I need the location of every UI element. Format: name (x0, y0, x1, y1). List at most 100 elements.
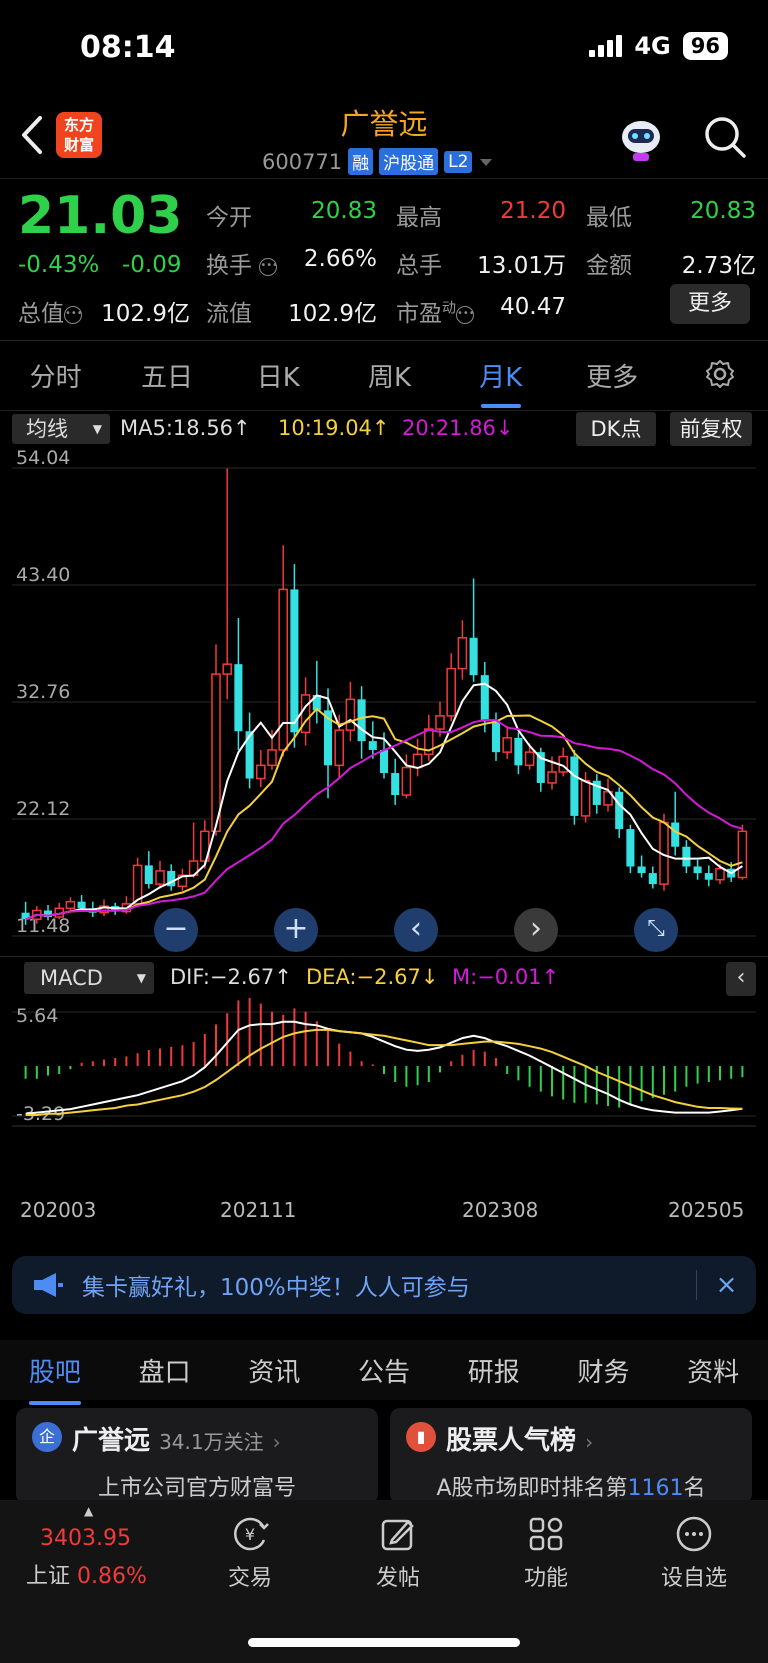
assistant-robot-icon[interactable] (616, 113, 666, 163)
candle-body (155, 870, 165, 885)
x-tick-2: 202308 (462, 1198, 539, 1222)
candle-body (391, 773, 400, 796)
pe-label-text: 市盈 (396, 301, 442, 327)
tab-financials[interactable]: 财务 (549, 1352, 659, 1389)
tab-forum[interactable]: 股吧 (0, 1352, 110, 1405)
index-value[interactable]: 3403.95 (40, 1526, 131, 1551)
amount-label: 金额 (586, 253, 632, 279)
nav-watchlist-label: 设自选 (660, 1566, 727, 1591)
y-tick-label: 32.76 (16, 681, 70, 703)
zoom-out-button[interactable]: − (154, 908, 198, 952)
index-row[interactable]: 上证 0.86% (26, 1558, 147, 1590)
stock-subtitle[interactable]: 600771 融 沪股通 L2 (262, 148, 494, 175)
close-icon[interactable]: × (696, 1270, 756, 1300)
popularity-card-name: 股票人气榜 (446, 1426, 577, 1456)
dk-point-button[interactable]: DK点 (576, 412, 656, 446)
mktcap-label[interactable]: 总值••• (18, 294, 83, 328)
candle-body (234, 664, 243, 732)
company-followers: 34.1万关注 (159, 1430, 264, 1454)
dropdown-triangle-icon: ▼ (92, 422, 102, 436)
more-quote-button[interactable]: 更多 (670, 284, 750, 324)
mktcap-value: 102.9亿 (101, 301, 190, 327)
tag-margin: 融 (348, 148, 374, 175)
tab-research[interactable]: 研报 (439, 1352, 549, 1389)
svg-text:¥: ¥ (245, 1525, 255, 1544)
candle-body (222, 663, 232, 675)
kline-chart[interactable]: 54.0443.4032.7622.1211.48 (12, 450, 756, 956)
fullscreen-button[interactable]: ⤡ (634, 908, 678, 952)
company-card[interactable]: 企 广誉远 34.1万关注 › 上市公司官方财富号 (16, 1408, 378, 1504)
y-tick-label: 22.12 (16, 798, 70, 820)
y-tick-label: 43.40 (16, 564, 70, 586)
popularity-card-title: 股票人气榜 › (446, 1420, 593, 1457)
macd-select[interactable]: MACD ▼ (24, 962, 154, 994)
candle-body (704, 873, 713, 880)
macd-chart[interactable]: 5.64-3.29 (12, 998, 756, 1188)
indicator-select[interactable]: 均线 ▼ (12, 414, 110, 444)
pe-label[interactable]: 市盈动••• (396, 294, 475, 328)
candle-body (547, 771, 557, 784)
low-label: 最低 (586, 205, 632, 231)
gear-icon[interactable] (704, 358, 736, 390)
tab-announcements[interactable]: 公告 (329, 1352, 439, 1389)
volume-value: 13.01万 (477, 253, 566, 279)
nav-trade[interactable]: ¥ 交易 (190, 1514, 310, 1592)
candle-body (715, 867, 725, 881)
tab-monthly-k[interactable]: 月K (445, 357, 556, 408)
signal-icon (589, 35, 623, 57)
candle-body (626, 829, 635, 867)
candle-body (211, 673, 221, 833)
company-badge-icon: 企 (32, 1422, 62, 1452)
adjust-button[interactable]: 前复权 (670, 412, 752, 446)
search-icon[interactable] (702, 114, 748, 160)
pe-sup: 动 (442, 300, 456, 317)
company-card-title: 广誉远 34.1万关注 › (72, 1420, 281, 1457)
candle-body (570, 756, 579, 816)
candle-body (379, 749, 389, 774)
dea-value: DEA:−2.67↓ (306, 965, 439, 989)
section-tabs: 股吧 盘口 资讯 公告 研报 财务 资料 (0, 1340, 768, 1405)
promo-banner[interactable]: 集卡赢好礼，100%中奖！人人可参与 × (12, 1256, 756, 1314)
tab-profile[interactable]: 资料 (658, 1352, 768, 1389)
turnover-label-text: 换手 (206, 253, 252, 279)
change-percent: -0.43% (18, 252, 100, 278)
tab-news[interactable]: 资讯 (219, 1352, 329, 1389)
pan-right-button[interactable]: › (514, 908, 558, 952)
ma10-value: 10:19.04↑ (278, 416, 390, 440)
edit-icon (381, 1519, 414, 1551)
tab-more-periods[interactable]: 更多 (556, 357, 667, 394)
candle-body (65, 900, 76, 910)
candle-body (357, 699, 366, 742)
mktcap-label-text: 总值 (18, 301, 64, 327)
macd-m-value: M:−0.01↑ (452, 965, 560, 989)
tab-five-day[interactable]: 五日 (111, 357, 222, 394)
candle-body (637, 866, 646, 874)
tag-level2: L2 (444, 150, 473, 173)
float-label: 流值 (206, 301, 252, 327)
nav-watchlist[interactable]: 设自选 (634, 1514, 754, 1592)
tab-intraday[interactable]: 分时 (0, 357, 111, 394)
home-indicator (248, 1638, 520, 1647)
zoom-in-button[interactable]: + (274, 908, 318, 952)
candle-body (514, 737, 523, 766)
collapse-panel-button[interactable]: ‹ (726, 962, 756, 996)
company-card-sub: 上市公司官方财富号 (97, 1476, 296, 1501)
nav-post-label: 发帖 (375, 1566, 420, 1591)
turnover-label[interactable]: 换手 ••• (206, 246, 278, 280)
dif-value: DIF:−2.67↑ (170, 965, 292, 989)
nav-post[interactable]: 发帖 (338, 1514, 458, 1592)
macd-select-label: MACD (40, 966, 103, 990)
tab-weekly-k[interactable]: 周K (334, 357, 445, 394)
trade-icon: ¥ (234, 1517, 269, 1551)
tab-daily-k[interactable]: 日K (223, 357, 334, 394)
candle-body (457, 637, 468, 670)
tab-orderbook[interactable]: 盘口 (110, 1352, 220, 1389)
stock-code: 600771 (262, 149, 343, 174)
pan-left-button[interactable]: ‹ (394, 908, 438, 952)
candle-body (693, 866, 702, 874)
candle-body (671, 822, 680, 847)
popularity-card[interactable]: ▮ 股票人气榜 › A股市场即时排名第1161名 (390, 1408, 752, 1504)
status-time: 08:14 (80, 30, 176, 65)
low-value: 20.83 (690, 198, 756, 224)
nav-functions[interactable]: 功能 (486, 1514, 606, 1592)
